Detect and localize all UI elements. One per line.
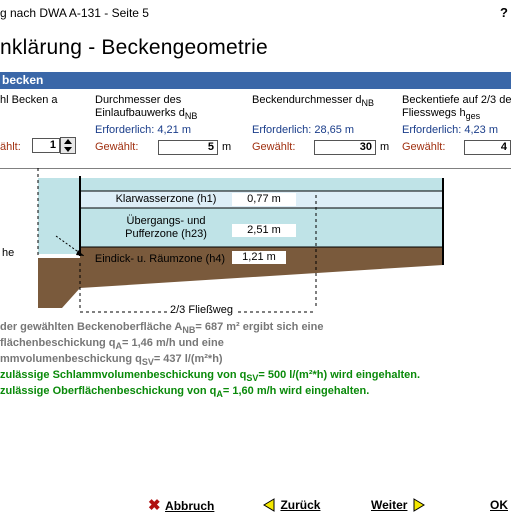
diagram-side-label: he [2,247,15,259]
depth-chosen-label: Gewählt: [402,141,446,153]
zone2-label-2: Pufferzone (h23) [125,228,207,240]
zone2-value: 2,51 m [232,224,296,237]
basin-diagram: he Klarwasserzone (h1) 0,77 m Übergangs-… [0,168,511,316]
help-button[interactable]: ? [500,5,508,20]
back-button[interactable]: Zurück [262,496,320,514]
cancel-button[interactable]: ✖ Abbruch [148,496,214,515]
zone3-label: Eindick- u. Räumzone (h4) [94,253,226,265]
flow-path-line [80,311,316,313]
result-line-2: flächenbeschickung qA= 1,46 m/h und eine [0,337,224,352]
zone1-label: Klarwasserzone (h1) [115,193,217,205]
zone2-label-1: Übergangs- und [126,215,206,227]
arrow-left-icon [263,497,275,512]
result-line-5: zulässige Oberflächenbeschickung von qA=… [0,385,370,400]
section-label: becken [2,73,44,87]
result-line-1: der gewählten Beckenoberfläche ANB= 687 … [0,321,324,336]
title-bar: g nach DWA A-131 - Seite 5 ? [0,0,511,26]
zone1-value: 0,77 m [232,193,296,206]
cancel-icon: ✖ [148,497,161,514]
page-title: nklärung - Beckengeometrie [0,36,268,59]
inlet-label-2: Einlaufbauwerks dNB [95,107,198,122]
result-line-4: zulässige Schlammvolumenbeschickung von … [0,369,421,384]
depth-label-1: Beckentiefe auf 2/3 de [402,94,511,106]
count-label: hl Becken a [0,94,58,106]
basin-cross-section [0,168,511,308]
inlet-unit: m [222,141,232,153]
basin-chosen-label: Gewählt: [252,141,296,153]
arrow-right-icon [413,497,425,512]
ok-button[interactable]: OK [490,496,508,514]
next-button[interactable]: Weiter [371,496,426,514]
depth-input[interactable]: 4 [464,140,511,155]
inlet-chosen-label: Gewählt: [95,141,139,153]
spinner-arrows-icon [64,139,72,152]
basin-input[interactable]: 30 [314,140,376,155]
basin-unit: m [380,141,390,153]
inlet-input[interactable]: 5 [158,140,218,155]
count-input[interactable]: 1 [32,138,60,153]
inlet-label-1: Durchmesser des [95,94,182,106]
depth-label-2: Fliesswegs hges [402,107,481,122]
count-spinner[interactable] [60,137,76,154]
depth-required: Erforderlich: 4,23 m [402,124,498,136]
basin-required: Erforderlich: 28,65 m [252,124,355,136]
zone3-value: 1,21 m [232,251,286,264]
result-line-3: mmvolumenbeschickung qSV= 437 l/(m²*h) [0,353,223,368]
count-chosen-label: ählt: [0,141,21,153]
window-title: g nach DWA A-131 - Seite 5 [0,6,149,20]
inlet-required: Erforderlich: 4,21 m [95,124,191,136]
basin-label: Beckendurchmesser dNB [252,94,374,109]
section-header: becken [0,72,511,89]
